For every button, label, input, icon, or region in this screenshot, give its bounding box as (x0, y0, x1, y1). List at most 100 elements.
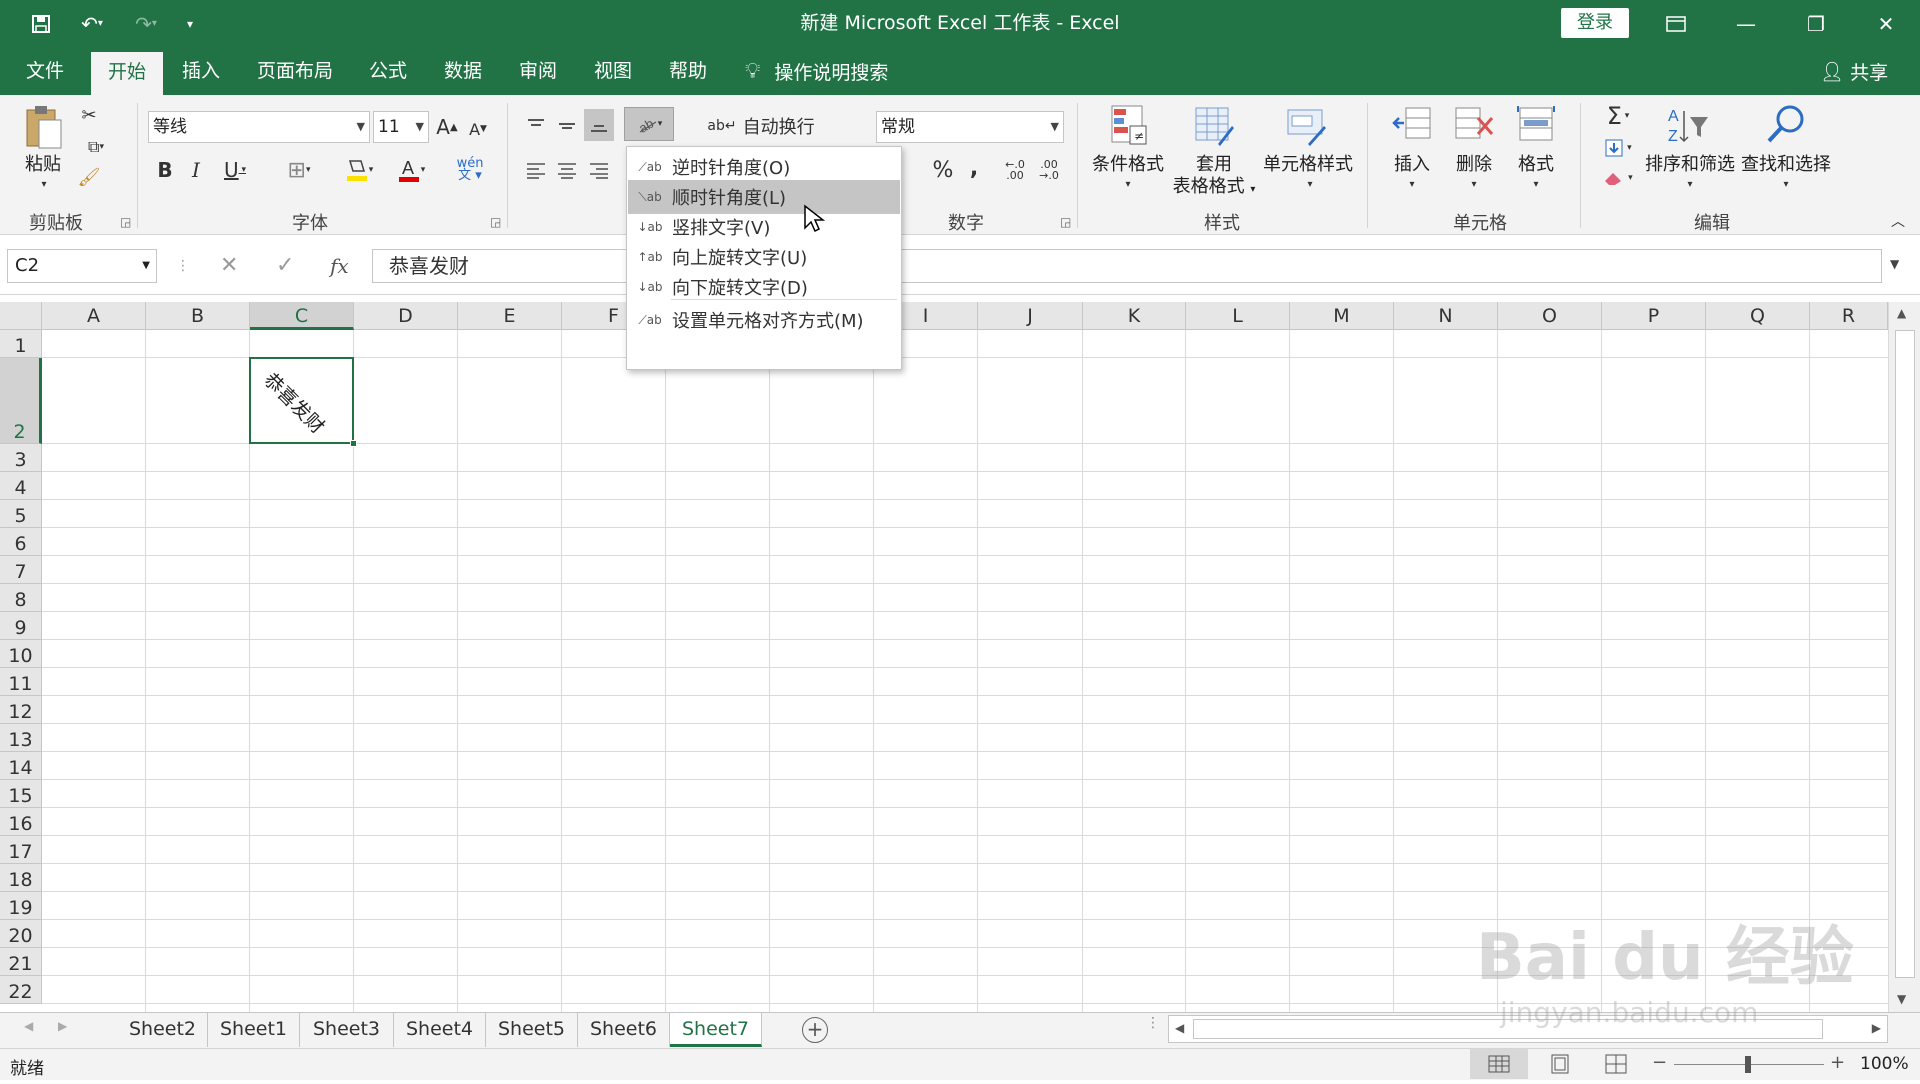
fill-color-icon[interactable]: ▾ (336, 155, 382, 185)
italic-icon[interactable]: I (184, 155, 208, 185)
clipboard-launcher-icon[interactable]: ◲ (120, 215, 131, 229)
paste-icon[interactable] (20, 103, 66, 151)
find-select-icon[interactable] (1764, 103, 1808, 147)
delete-cells-icon[interactable] (1452, 103, 1496, 147)
sort-filter-label[interactable]: 排序和筛选 (1642, 153, 1738, 176)
scroll-down-icon[interactable]: ▼ (1897, 992, 1906, 1006)
align-left-icon[interactable] (523, 157, 549, 183)
borders-icon[interactable]: ⊞ ▾ (276, 155, 322, 185)
row-header-11[interactable]: 11 (0, 668, 42, 696)
phonetic-guide-icon[interactable]: wén 文 ▾ (448, 155, 492, 185)
format-cells-icon[interactable] (1514, 103, 1558, 147)
column-header-k[interactable]: K (1083, 302, 1186, 330)
underline-icon[interactable]: U ▾ (215, 155, 255, 185)
cut-icon[interactable]: ✂ (76, 103, 102, 127)
column-header-l[interactable]: L (1186, 302, 1290, 330)
row-header-16[interactable]: 16 (0, 808, 42, 836)
sheet-tab-sheet3[interactable]: Sheet3 (300, 1013, 394, 1047)
paste-dropdown-icon[interactable]: ▾ (36, 179, 52, 190)
grow-font-icon[interactable]: A ▲ (434, 113, 460, 141)
sheet-tab-sheet7[interactable]: Sheet7 (670, 1013, 762, 1047)
row-header-3[interactable]: 3 (0, 444, 42, 472)
row-header-10[interactable]: 10 (0, 640, 42, 668)
middle-align-icon[interactable] (554, 113, 580, 139)
conditional-formatting-label[interactable]: 条件格式 (1088, 153, 1168, 176)
scroll-left-icon[interactable]: ◀ (1175, 1021, 1184, 1035)
tab-help[interactable]: 帮助 (657, 47, 719, 95)
column-header-j[interactable]: J (978, 302, 1083, 330)
tab-home[interactable]: 开始 (91, 52, 163, 95)
align-center-icon[interactable] (554, 157, 580, 183)
column-header-n[interactable]: N (1394, 302, 1498, 330)
sheet-tab-sheet2[interactable]: Sheet2 (118, 1013, 208, 1047)
insert-cells-icon[interactable] (1390, 103, 1434, 147)
column-header-q[interactable]: Q (1706, 302, 1810, 330)
menu-item-rotate-up[interactable]: ↑ab 向上旋转文字(U) (628, 240, 900, 274)
menu-item-angle-cw[interactable]: ⟍ab 顺时针角度(L) (628, 180, 900, 214)
normal-view-icon[interactable] (1470, 1049, 1528, 1079)
sheet-tab-sheet1[interactable]: Sheet1 (208, 1013, 300, 1047)
column-header-a[interactable]: A (42, 302, 146, 330)
sheet-tab-sheet5[interactable]: Sheet5 (486, 1013, 578, 1047)
format-cells-label[interactable]: 格式 (1508, 153, 1564, 176)
restore-icon[interactable]: ❐ (1786, 0, 1846, 47)
insert-function-icon[interactable]: fx (330, 249, 349, 283)
autosum-icon[interactable]: Σ ▾ (1596, 102, 1640, 130)
sheet-tab-sheet4[interactable]: Sheet4 (394, 1013, 486, 1047)
wrap-text-button[interactable]: ab↵ 自动换行 (706, 111, 816, 141)
name-box[interactable]: C2 ▼ (7, 249, 157, 283)
tab-data[interactable]: 数据 (432, 47, 494, 95)
row-header-1[interactable]: 1 (0, 330, 42, 358)
add-sheet-icon[interactable]: + (802, 1017, 828, 1043)
page-break-view-icon[interactable] (1596, 1049, 1636, 1079)
insert-cells-label[interactable]: 插入 (1384, 153, 1440, 176)
zoom-in-icon[interactable]: + (1830, 1052, 1845, 1073)
select-all-corner[interactable] (0, 302, 42, 330)
bold-icon[interactable]: B (153, 155, 177, 185)
find-select-label[interactable]: 查找和选择 (1738, 153, 1834, 176)
tab-review[interactable]: 审阅 (507, 47, 569, 95)
vertical-scroll-thumb[interactable] (1895, 330, 1915, 978)
delete-cells-label[interactable]: 删除 (1446, 153, 1502, 176)
shrink-font-icon[interactable]: A ▼ (465, 115, 491, 143)
format-as-table-icon[interactable] (1192, 103, 1236, 147)
formula-input[interactable]: 恭喜发财 (372, 249, 1882, 283)
sheet-tab-sheet6[interactable]: Sheet6 (578, 1013, 670, 1047)
comma-style-button[interactable]: , (962, 153, 986, 183)
row-header-9[interactable]: 9 (0, 612, 42, 640)
font-size-combo[interactable]: 11 ▼ (373, 111, 429, 143)
format-painter-icon[interactable]: 🖌︎ (76, 165, 102, 189)
bottom-align-icon[interactable] (584, 109, 614, 141)
column-header-d[interactable]: D (354, 302, 458, 330)
number-format-combo[interactable]: 常规 ▼ (876, 111, 1064, 143)
scroll-right-icon[interactable]: ▶ (1872, 1021, 1881, 1035)
column-header-o[interactable]: O (1498, 302, 1602, 330)
format-as-table-label-1[interactable]: 套用 (1168, 153, 1260, 176)
zoom-slider-thumb[interactable] (1745, 1056, 1751, 1073)
tab-insert[interactable]: 插入 (170, 47, 232, 95)
fill-icon[interactable]: ▾ (1596, 135, 1640, 161)
menu-item-angle-ccw[interactable]: ⟋ab 逆时针角度(O) (628, 150, 900, 184)
row-header-2[interactable]: 2 (0, 358, 42, 444)
sort-filter-icon[interactable]: AZ (1666, 103, 1710, 147)
tab-formulas[interactable]: 公式 (357, 47, 419, 95)
column-header-e[interactable]: E (458, 302, 562, 330)
row-header-5[interactable]: 5 (0, 500, 42, 528)
close-icon[interactable]: ✕ (1856, 0, 1916, 47)
column-header-b[interactable]: B (146, 302, 250, 330)
row-header-18[interactable]: 18 (0, 864, 42, 892)
row-header-6[interactable]: 6 (0, 528, 42, 556)
share-button[interactable]: 👤︎ 共享 (1820, 47, 1888, 95)
expand-formula-bar-icon[interactable]: ▼ (1890, 257, 1899, 271)
column-header-p[interactable]: P (1602, 302, 1706, 330)
cancel-icon[interactable]: ✕ (220, 249, 238, 283)
collapse-ribbon-icon[interactable]: ︿ (1888, 213, 1908, 230)
row-header-22[interactable]: 22 (0, 976, 42, 1004)
next-sheet-icon[interactable]: ▶ (58, 1019, 67, 1033)
zoom-out-icon[interactable]: − (1652, 1052, 1667, 1073)
minimize-icon[interactable]: — (1716, 0, 1776, 47)
selected-cell-c2[interactable]: 恭喜发财 (249, 357, 357, 447)
column-header-r[interactable]: R (1810, 302, 1888, 330)
orientation-icon[interactable]: ab ▾ (624, 107, 674, 141)
font-launcher-icon[interactable]: ◲ (490, 215, 501, 229)
